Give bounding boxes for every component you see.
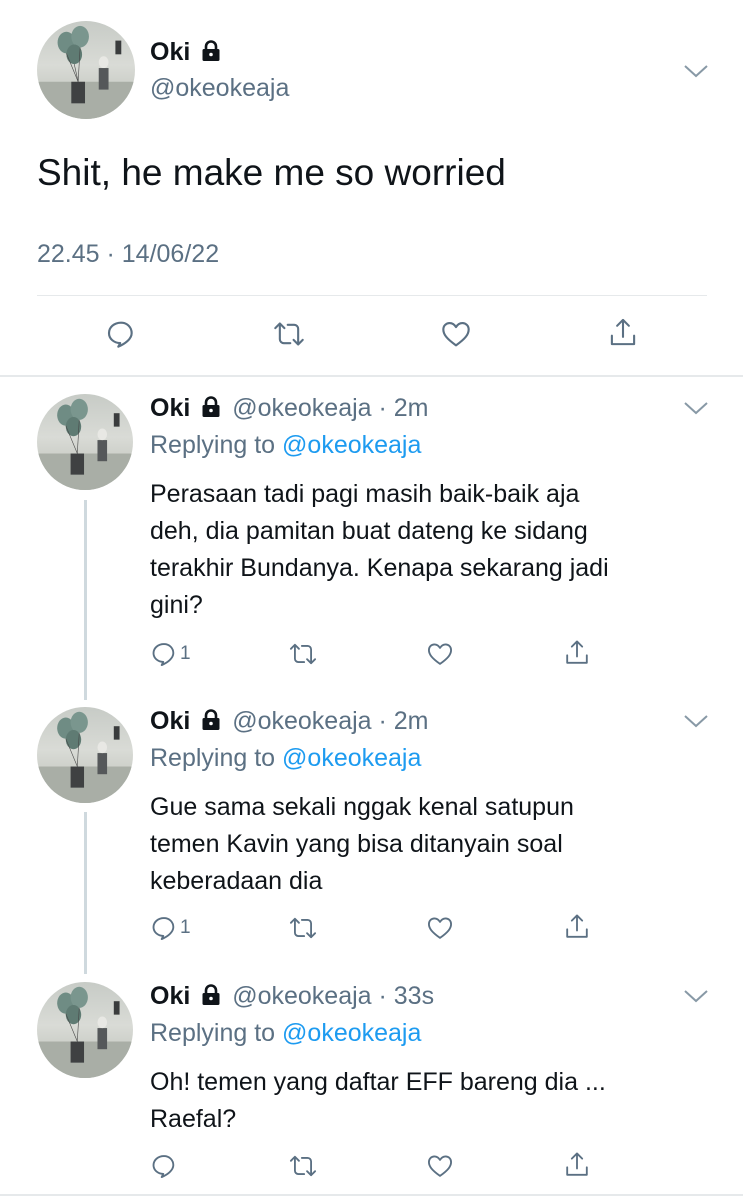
like-button[interactable] [425,914,455,942]
replying-to-link[interactable]: @okeokeaja [282,1019,421,1047]
replying-prefix: Replying to [150,744,276,772]
share-button[interactable] [563,912,591,942]
share-icon [566,914,588,938]
replying-to: Replying to @okeokeaja [150,744,421,773]
reply-count: 1 [180,643,191,664]
reply-text: Oh! temen yang daftar EFF bareng dia ...… [150,1064,606,1138]
text-line: Oh! temen yang daftar EFF bareng dia ... [150,1068,606,1096]
retweet-button[interactable] [288,1152,318,1180]
reply-header: Oki @okeokeaja · 2m [150,394,429,423]
share-button[interactable] [563,1150,591,1180]
display-name[interactable]: Oki [150,982,190,1010]
retweet-button[interactable] [288,640,318,668]
avatar[interactable] [37,982,133,1078]
like-icon [442,322,470,347]
timestamp[interactable]: 22.45 · 14/06/22 [37,240,219,269]
reply-text: Perasaan tadi pagi masih baik-baik aja d… [150,476,609,624]
handle-time[interactable]: @okeokeaja · 2m [232,707,428,735]
reply-icon [152,643,175,667]
display-name[interactable]: Oki [150,38,221,67]
avatar-image [37,25,135,119]
reply-button[interactable] [105,318,137,350]
reply-button[interactable] [150,1152,180,1180]
text-line: Gue sama sekali nggak kenal satupun [150,793,574,821]
reply-header: Oki @okeokeaja · 2m [150,707,429,736]
reply-count: 1 [180,917,191,938]
reply-button[interactable]: 1 [150,640,191,668]
replying-to: Replying to @okeokeaja [150,1019,421,1048]
lock-icon [202,984,220,1006]
text-line: terakhir Bundanya. Kenapa sekarang jadi [150,554,609,582]
chevron-down-icon[interactable] [683,988,709,1004]
text-line: deh, dia pamitan buat dateng ke sidang [150,517,588,545]
avatar[interactable] [37,21,135,119]
text-line: gini? [150,591,203,619]
like-button[interactable] [439,318,473,350]
like-button[interactable] [425,1152,455,1180]
chevron-down-icon[interactable] [683,400,709,416]
avatar[interactable] [37,707,133,803]
like-icon [427,1155,453,1177]
share-button[interactable] [563,638,591,668]
reply-icon [152,1155,175,1179]
share-button[interactable] [607,316,639,350]
retweet-icon [289,1155,317,1177]
retweet-icon [274,322,304,346]
avatar-image [37,711,133,803]
text-line: Raefal? [150,1105,237,1133]
retweet-icon [289,917,317,939]
bottom-divider [0,1194,743,1196]
reply-text: Gue sama sekali nggak kenal satupun teme… [150,789,574,900]
display-name[interactable]: Oki [150,394,190,422]
display-name-text: Oki [150,38,191,66]
share-icon [566,1152,588,1176]
avatar[interactable] [37,394,133,490]
thread-line [84,500,87,700]
lock-icon [202,709,220,731]
share-icon [610,318,636,346]
text-line: temen Kavin yang bisa ditanyain soal [150,830,563,858]
replying-prefix: Replying to [150,1019,276,1047]
retweet-button[interactable] [288,914,318,942]
reply-icon [107,321,133,348]
lock-icon [202,40,220,62]
reply-button[interactable]: 1 [150,914,191,942]
divider [37,295,707,296]
handle-time[interactable]: @okeokeaja · 2m [232,394,428,422]
tweet-text: Shit, he make me so worried [37,152,506,193]
lock-icon [202,396,220,418]
thread-line [84,812,87,974]
avatar-image [37,398,133,490]
retweet-button[interactable] [272,318,306,350]
replying-to: Replying to @okeokeaja [150,431,421,460]
avatar-image [37,986,133,1078]
handle[interactable]: @okeokeaja [150,74,289,103]
display-name[interactable]: Oki [150,707,190,735]
text-line: keberadaan dia [150,867,323,895]
text-line: Perasaan tadi pagi masih baik-baik aja [150,480,580,508]
replying-to-link[interactable]: @okeokeaja [282,744,421,772]
replying-prefix: Replying to [150,431,276,459]
like-icon [427,917,453,939]
replying-to-link[interactable]: @okeokeaja [282,431,421,459]
share-icon [566,640,588,664]
reply-header: Oki @okeokeaja · 33s [150,982,434,1011]
reply-icon [152,917,175,941]
chevron-down-icon[interactable] [683,63,709,79]
like-icon [427,643,453,665]
chevron-down-icon[interactable] [683,713,709,729]
like-button[interactable] [425,640,455,668]
section-divider [0,375,743,377]
handle-time[interactable]: @okeokeaja · 33s [232,982,434,1010]
retweet-icon [289,643,317,665]
